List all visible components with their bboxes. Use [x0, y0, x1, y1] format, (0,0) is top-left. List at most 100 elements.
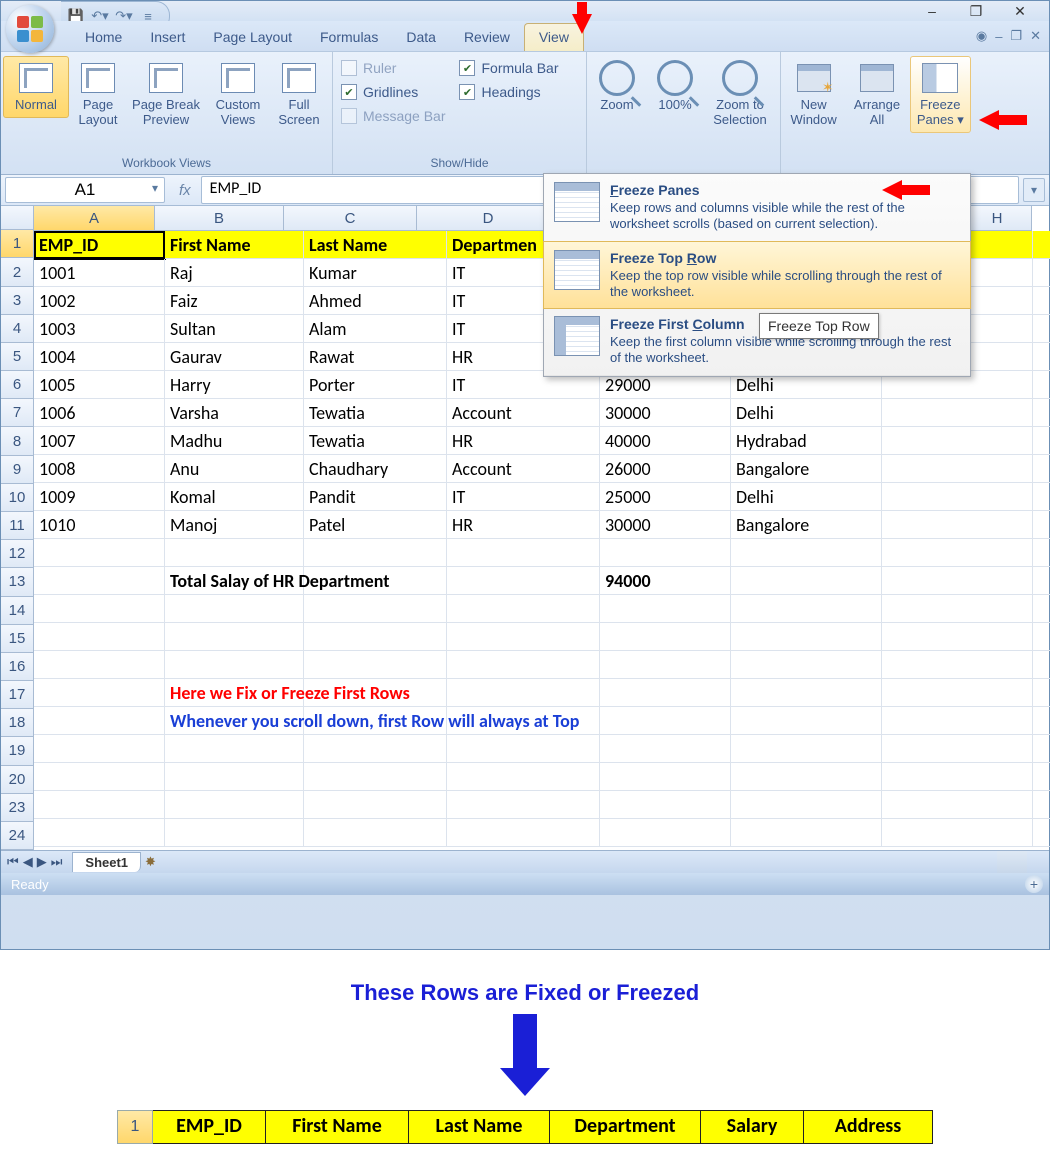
cell[interactable] [34, 623, 165, 651]
min-ribbon-icon[interactable]: – [995, 29, 1002, 44]
cell[interactable] [447, 595, 600, 623]
sheet-tab[interactable]: Sheet1 [72, 852, 141, 872]
cell[interactable] [882, 791, 1033, 819]
cell[interactable] [447, 819, 600, 847]
cell[interactable] [34, 707, 165, 735]
page-break-preview-button[interactable]: Page Break Preview [127, 56, 205, 133]
tab-insert[interactable]: Insert [136, 24, 199, 51]
cell[interactable]: 30000 [600, 399, 731, 427]
row-header[interactable]: 3 [1, 287, 33, 315]
cell[interactable] [1033, 651, 1050, 679]
row-header[interactable]: 1 [1, 230, 33, 258]
cell[interactable] [1033, 455, 1050, 483]
zoom-to-selection-button[interactable]: Zoom to Selection [705, 56, 775, 133]
cell[interactable]: Chaudhary [304, 455, 447, 483]
cell[interactable]: Porter [304, 371, 447, 399]
row-header[interactable]: 16 [1, 653, 33, 681]
cell[interactable] [882, 679, 1033, 707]
cell[interactable] [882, 819, 1033, 847]
close-doc-icon[interactable]: ✕ [1030, 28, 1041, 44]
cell[interactable]: 1003 [34, 315, 165, 343]
full-screen-button[interactable]: Full Screen [271, 56, 327, 133]
cell[interactable] [882, 399, 1033, 427]
cell[interactable] [1033, 315, 1050, 343]
cell[interactable] [1033, 231, 1050, 259]
tab-page-layout[interactable]: Page Layout [199, 24, 306, 51]
cell[interactable] [165, 763, 304, 791]
cell[interactable] [1033, 595, 1050, 623]
name-box[interactable]: A1 [5, 177, 165, 203]
last-sheet-icon[interactable]: ⏭ [51, 854, 63, 870]
cell[interactable] [304, 819, 447, 847]
cell[interactable]: 1005 [34, 371, 165, 399]
cell[interactable]: Bangalore [731, 511, 882, 539]
cell[interactable] [447, 735, 600, 763]
cell[interactable]: 25000 [600, 483, 731, 511]
cell[interactable]: Rawat [304, 343, 447, 371]
cell[interactable] [304, 651, 447, 679]
row-header[interactable]: 20 [1, 766, 33, 794]
cell[interactable] [447, 567, 600, 595]
cell[interactable] [731, 819, 882, 847]
cell[interactable]: 1002 [34, 287, 165, 315]
cell[interactable]: 1001 [34, 259, 165, 287]
arrange-all-button[interactable]: Arrange All [846, 56, 907, 133]
cell[interactable]: 1004 [34, 343, 165, 371]
row-header[interactable]: 5 [1, 343, 33, 371]
cell[interactable] [165, 819, 304, 847]
zoom-100-button[interactable]: 100% [647, 56, 703, 118]
tab-formulas[interactable]: Formulas [306, 24, 392, 51]
cell[interactable] [304, 735, 447, 763]
cell[interactable] [34, 595, 165, 623]
cell[interactable]: Sultan [165, 315, 304, 343]
cell[interactable]: Gaurav [165, 343, 304, 371]
freeze-panes-button[interactable]: Freeze Panes ▾ [910, 56, 971, 133]
cell[interactable] [165, 623, 304, 651]
cell[interactable] [600, 819, 731, 847]
cell[interactable] [731, 735, 882, 763]
cell[interactable]: First Name [165, 231, 304, 259]
row-header[interactable]: 13 [1, 568, 33, 596]
cell[interactable] [600, 539, 731, 567]
row-header[interactable]: 10 [1, 484, 33, 512]
cell[interactable]: Whenever you scroll down, first Row will… [165, 707, 304, 735]
cell[interactable] [882, 623, 1033, 651]
cell[interactable] [34, 819, 165, 847]
cell[interactable] [600, 623, 731, 651]
cell[interactable]: 1010 [34, 511, 165, 539]
horizontal-scrollbar[interactable] [997, 851, 1027, 873]
ruler-checkbox[interactable] [341, 60, 357, 76]
cell[interactable]: Patel [304, 511, 447, 539]
cell[interactable]: Last Name [304, 231, 447, 259]
cell[interactable] [1033, 763, 1050, 791]
cell[interactable] [1033, 483, 1050, 511]
cell[interactable] [165, 595, 304, 623]
col-header[interactable]: A [34, 206, 155, 231]
cell[interactable] [165, 539, 304, 567]
first-sheet-icon[interactable]: ⏮ [7, 854, 19, 870]
zoom-button[interactable]: Zoom [589, 56, 645, 118]
cell[interactable] [882, 539, 1033, 567]
custom-views-button[interactable]: Custom Views [207, 56, 269, 133]
col-header[interactable]: D [417, 206, 560, 231]
cell[interactable]: Madhu [165, 427, 304, 455]
col-header[interactable]: H [963, 206, 1032, 231]
minimize-button[interactable]: – [921, 3, 943, 19]
cell[interactable] [1033, 399, 1050, 427]
cell[interactable] [304, 539, 447, 567]
cell[interactable] [882, 651, 1033, 679]
cell[interactable] [1033, 819, 1050, 847]
cell[interactable] [304, 623, 447, 651]
row-header[interactable]: 9 [1, 456, 33, 484]
cell[interactable]: Kumar [304, 259, 447, 287]
cell[interactable] [731, 651, 882, 679]
cell[interactable] [731, 539, 882, 567]
cell[interactable]: 94000 [600, 567, 731, 595]
cell[interactable] [731, 679, 882, 707]
cell[interactable] [304, 791, 447, 819]
select-all-corner[interactable] [1, 206, 33, 230]
cell[interactable] [600, 651, 731, 679]
cell[interactable] [1033, 427, 1050, 455]
formula-bar-checkbox[interactable] [459, 60, 475, 76]
cell[interactable] [1033, 791, 1050, 819]
